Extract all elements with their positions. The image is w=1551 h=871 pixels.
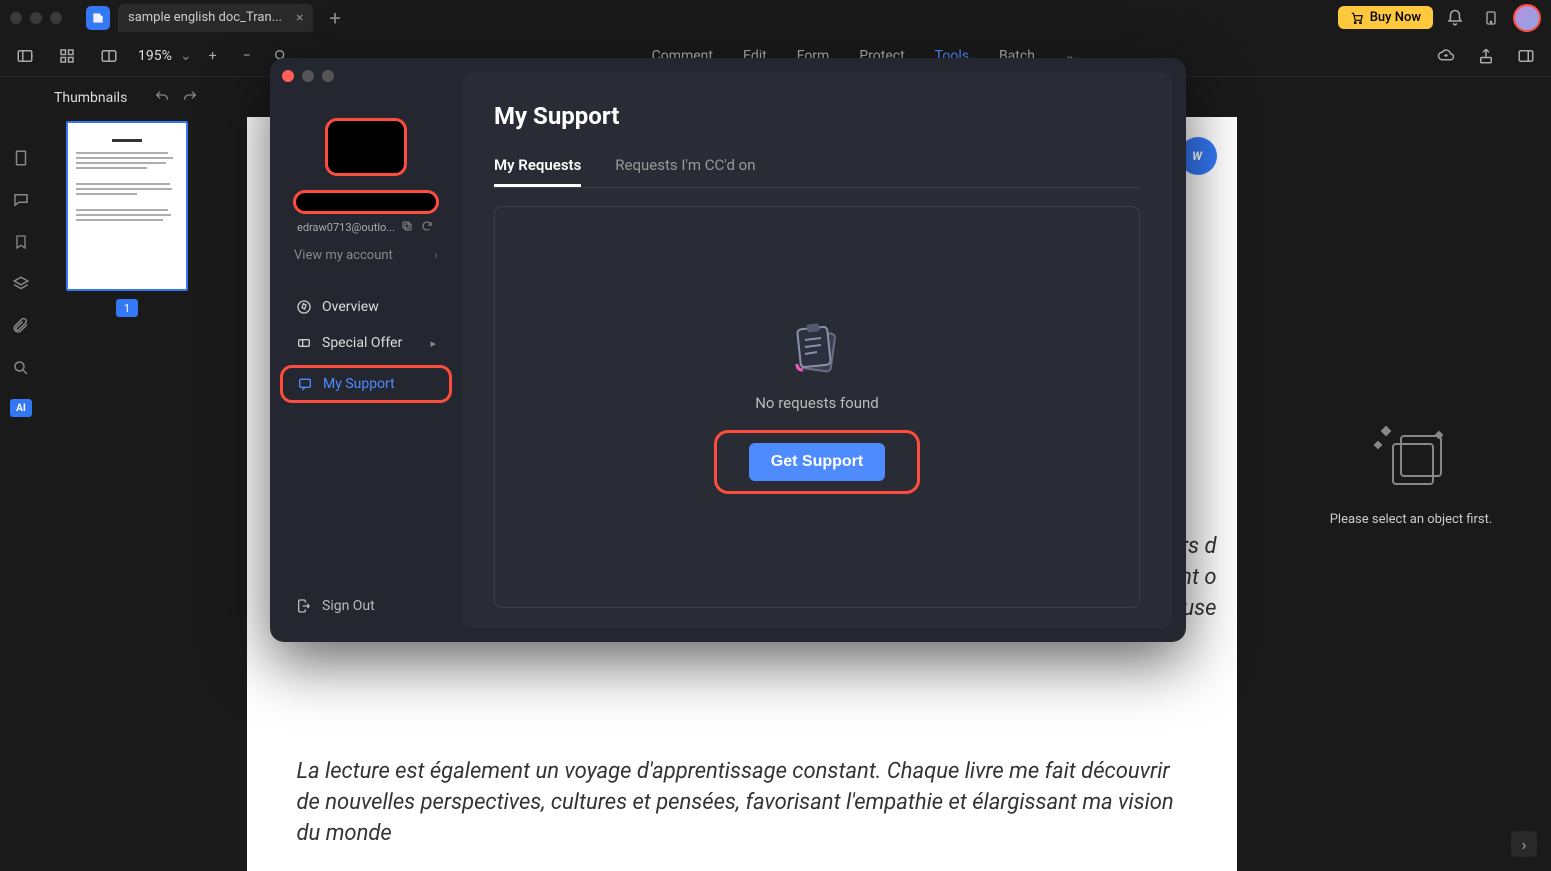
chevron-right-icon: ▸ — [430, 337, 436, 350]
zoom-out-icon[interactable]: − — [234, 43, 260, 69]
clipboard-icon — [789, 320, 845, 376]
layers-icon[interactable] — [10, 273, 32, 295]
attachment-icon[interactable] — [10, 315, 32, 337]
refresh-icon[interactable] — [421, 220, 435, 234]
sign-out-icon — [296, 598, 312, 614]
page-icon[interactable] — [10, 147, 32, 169]
grid-icon[interactable] — [54, 43, 80, 69]
thumbnails-panel: Thumbnails 1 — [42, 77, 212, 871]
cart-icon — [1350, 11, 1364, 25]
account-modal: ⌄ edraw0713@outlo... View my account › O… — [270, 58, 1186, 642]
close-tab-icon[interactable]: × — [296, 10, 303, 26]
object-placeholder-icon — [1371, 422, 1451, 492]
tab-label: sample english doc_Tran... — [128, 10, 282, 25]
support-body: No requests found Get Support — [494, 206, 1140, 608]
right-panel: Please select an object first. — [1271, 77, 1551, 871]
panel-split-icon[interactable] — [96, 43, 122, 69]
window-traffic-lights[interactable] — [10, 12, 62, 24]
left-rail: AI — [0, 77, 42, 871]
nav-my-support-label: My Support — [323, 376, 395, 392]
chat-support-icon — [297, 376, 313, 392]
bookmark-icon[interactable] — [10, 231, 32, 253]
buy-now-button[interactable]: Buy Now — [1338, 6, 1433, 29]
buy-now-label: Buy Now — [1370, 10, 1421, 25]
ai-icon[interactable]: AI — [10, 399, 32, 417]
document-tab[interactable]: sample english doc_Tran... × — [118, 4, 313, 32]
page-thumbnail[interactable] — [66, 121, 188, 291]
new-tab-button[interactable]: + — [329, 6, 340, 30]
title-bar: sample english doc_Tran... × + Buy Now — [0, 0, 1551, 35]
nav-my-support[interactable]: My Support — [280, 365, 452, 403]
search-icon[interactable] — [10, 357, 32, 379]
view-account-link[interactable]: View my account › — [278, 244, 454, 267]
undo-icon[interactable] — [154, 89, 172, 107]
right-panel-message: Please select an object first. — [1330, 512, 1493, 527]
zoom-dropdown-icon[interactable]: ⌄ — [180, 48, 192, 64]
profile-name-redacted — [293, 190, 439, 214]
tab-my-requests[interactable]: My Requests — [494, 156, 581, 187]
support-title: My Support — [494, 102, 1140, 130]
profile-email: edraw0713@outlo... — [297, 221, 395, 234]
support-tabs: My Requests Requests I'm CC'd on — [494, 156, 1140, 188]
sign-out-label: Sign Out — [322, 598, 375, 614]
copy-icon[interactable] — [401, 220, 415, 234]
cloud-upload-icon[interactable] — [1433, 43, 1459, 69]
sign-out-button[interactable]: Sign Out — [278, 586, 454, 626]
no-requests-message: No requests found — [755, 394, 879, 412]
redo-icon[interactable] — [182, 89, 200, 107]
modal-content: My Support My Requests Requests I'm CC'd… — [462, 72, 1172, 628]
nav-special-offer[interactable]: Special Offer ▸ — [278, 325, 454, 361]
nav-overview-label: Overview — [322, 299, 379, 315]
chevron-right-icon: › — [434, 248, 438, 263]
thumbnails-title: Thumbnails — [54, 90, 144, 106]
zoom-in-icon[interactable]: + — [200, 43, 226, 69]
share-icon[interactable] — [1473, 43, 1499, 69]
panel-right-icon[interactable] — [1513, 43, 1539, 69]
ticket-icon — [296, 335, 312, 351]
page-number-badge: 1 — [116, 299, 138, 317]
expand-panel-icon[interactable]: › — [1511, 831, 1537, 857]
mobile-icon[interactable] — [1477, 4, 1505, 32]
panel-left-icon[interactable] — [12, 43, 38, 69]
get-support-button[interactable]: Get Support — [749, 443, 885, 481]
compass-icon — [296, 299, 312, 315]
app-logo-icon — [86, 6, 110, 30]
bell-icon[interactable] — [1441, 4, 1469, 32]
comment-icon[interactable] — [10, 189, 32, 211]
get-support-highlight: Get Support — [714, 430, 920, 494]
profile-avatar-redacted — [325, 118, 407, 176]
tab-cc-requests[interactable]: Requests I'm CC'd on — [615, 156, 755, 187]
zoom-value: 195% — [138, 48, 172, 64]
nav-overview[interactable]: Overview — [278, 289, 454, 325]
user-avatar-button[interactable] — [1513, 4, 1541, 32]
view-account-label: View my account — [294, 248, 393, 263]
doc-fragment-2: La lecture est également un voyage d'app… — [297, 757, 1187, 849]
svg-text:W: W — [1192, 149, 1203, 163]
nav-special-offer-label: Special Offer — [322, 335, 402, 351]
modal-sidebar: edraw0713@outlo... View my account › Ove… — [270, 58, 462, 642]
